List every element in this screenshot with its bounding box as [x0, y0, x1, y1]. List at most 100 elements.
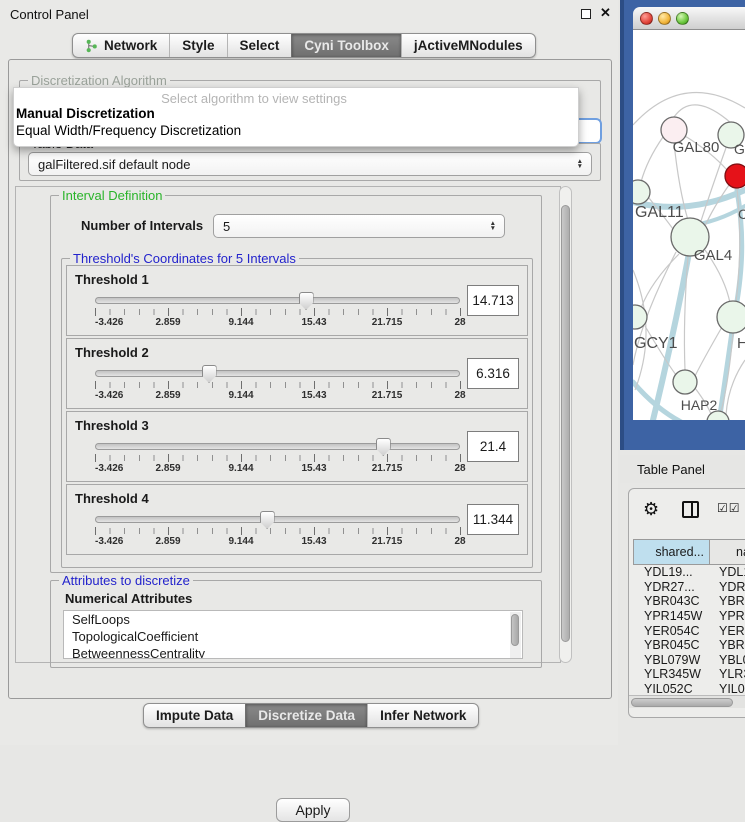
tick-label: 21.715 [372, 463, 403, 474]
attributes-group-title: Attributes to discretize [59, 573, 193, 588]
interval-group-title: Interval Definition [59, 188, 165, 203]
tab-network[interactable]: Network [73, 34, 169, 57]
network-view-window: GAL80 GA C GAL11 GAL4 GCY1 H HAP2 [620, 0, 745, 450]
tab-cyni-toolbox[interactable]: Cyni Toolbox [291, 34, 401, 57]
right-pane: GAL80 GA C GAL11 GAL4 GCY1 H HAP2 Table … [620, 0, 745, 745]
tick-label: 15.43 [301, 317, 326, 328]
node-label-h: H [737, 335, 745, 352]
dropdown-item-equal-width[interactable]: Equal Width/Frequency Discretization [16, 123, 241, 138]
table-row[interactable]: YPR145WYPR1 [633, 609, 745, 624]
table-row[interactable]: YER054CYER0 [633, 623, 745, 638]
threshold-2-panel: Threshold 2 -3.426 2.859 9.144 15.43 21.… [66, 338, 528, 409]
node-label-ga: GA [734, 141, 745, 157]
tick-label: 21.715 [372, 317, 403, 328]
thresholds-group-title: Threshold's Coordinates for 5 Intervals [70, 251, 299, 266]
tick-label: 2.859 [155, 463, 180, 474]
tick-label: 9.144 [228, 536, 253, 547]
tick-label: 21.715 [372, 536, 403, 547]
gear-icon[interactable]: ⚙ [643, 499, 659, 519]
tick-marks [95, 309, 460, 315]
dropdown-item-manual[interactable]: Manual Discretization [16, 106, 155, 121]
threshold-3-value-field[interactable]: 21.4 [467, 431, 519, 462]
table-row[interactable]: YBR043CYBR0 [633, 594, 745, 609]
threshold-4-slider[interactable] [95, 516, 460, 523]
control-panel-titlebar: Control Panel ✕ [0, 0, 618, 28]
mac-zoom-icon[interactable] [676, 12, 689, 25]
list-scrollbar[interactable] [510, 612, 521, 659]
list-item[interactable]: SelfLoops [64, 611, 522, 628]
panel-title: Control Panel [10, 7, 89, 22]
node-red[interactable] [725, 164, 745, 188]
tab-jactivemnodules[interactable]: jActiveMNodules [401, 34, 535, 57]
network-canvas[interactable]: GAL80 GA C GAL11 GAL4 GCY1 H HAP2 [633, 30, 745, 420]
threshold-1-slider[interactable] [95, 297, 460, 304]
tick-label: 15.43 [301, 536, 326, 547]
table-data-group: Table Data galFiltered.sif default node … [19, 143, 601, 181]
threshold-4-label: Threshold 4 [75, 491, 149, 506]
node-label-hap2: HAP2 [681, 397, 718, 413]
table-row[interactable]: YBL079WYBL0 [633, 653, 745, 668]
node-h[interactable] [717, 301, 745, 333]
table-toolbar: ⚙ ☑☑ [629, 489, 745, 533]
tick-marks [95, 528, 460, 534]
slider-thumb[interactable] [376, 438, 391, 456]
threshold-1-label: Threshold 1 [75, 272, 149, 287]
settings-viewport: Interval Definition Number of Intervals … [15, 186, 561, 663]
table-horizontal-scrollbar[interactable] [629, 695, 745, 708]
threshold-4-value-field[interactable]: 11.344 [467, 504, 519, 535]
table-row[interactable]: YLR345WYLR3 [633, 667, 745, 682]
threshold-1-value-field[interactable]: 14.713 [467, 285, 519, 316]
threshold-2-slider[interactable] [95, 370, 460, 377]
apply-button[interactable]: Apply [276, 798, 350, 822]
tick-label: 9.144 [228, 463, 253, 474]
tab-infer-network[interactable]: Infer Network [367, 704, 478, 727]
column-header-name[interactable]: na [710, 539, 745, 565]
node-label-gal4: GAL4 [694, 247, 732, 264]
tab-select[interactable]: Select [227, 34, 292, 57]
table-row[interactable]: YIL052CYIL0 [633, 682, 745, 693]
tick-label: -3.426 [95, 317, 123, 328]
network-icon [85, 39, 98, 53]
threshold-3-label: Threshold 3 [75, 418, 149, 433]
tick-label: -3.426 [95, 463, 123, 474]
network-window-titlebar [633, 7, 745, 30]
numerical-attributes-label: Numerical Attributes [65, 591, 192, 606]
threshold-2-value-field[interactable]: 6.316 [467, 358, 519, 389]
column-header-shared[interactable]: shared... [633, 539, 710, 565]
table-panel-bar: Table Panel [620, 455, 745, 483]
tab-impute-data[interactable]: Impute Data [144, 704, 245, 727]
tab-style[interactable]: Style [169, 34, 226, 57]
table-row[interactable]: YDL19...YDL1 [633, 565, 745, 580]
node-gal11[interactable] [633, 180, 650, 204]
table-row[interactable]: YDR27...YDR2 [633, 580, 745, 595]
mac-close-icon[interactable] [640, 12, 653, 25]
thresholds-group: Threshold's Coordinates for 5 Intervals … [61, 258, 533, 568]
tick-label: 15.43 [301, 390, 326, 401]
threshold-2-label: Threshold 2 [75, 345, 149, 360]
slider-thumb[interactable] [202, 365, 217, 383]
node-hap2[interactable] [673, 370, 697, 394]
slider-thumb[interactable] [260, 511, 275, 529]
table-row[interactable]: YBR045CYBR0 [633, 638, 745, 653]
list-item[interactable]: TopologicalCoefficient [64, 628, 522, 645]
tick-label: 2.859 [155, 536, 180, 547]
select-checkboxes-icon[interactable]: ☑☑ [717, 501, 741, 515]
num-intervals-combobox[interactable]: 5 ▲▼ [213, 214, 505, 238]
threshold-4-panel: Threshold 4 -3.426 2.859 9.144 15.43 21.… [66, 484, 528, 555]
tick-label: 2.859 [155, 390, 180, 401]
mac-minimize-icon[interactable] [658, 12, 671, 25]
table-panel-title: Table Panel [637, 462, 705, 477]
threshold-3-slider[interactable] [95, 443, 460, 450]
tick-label: 9.144 [228, 317, 253, 328]
slider-thumb[interactable] [299, 292, 314, 310]
columns-icon[interactable] [682, 501, 699, 518]
list-item[interactable]: BetweennessCentrality [64, 645, 522, 659]
node-gcy1[interactable] [633, 305, 647, 329]
close-icon[interactable]: ✕ [600, 5, 611, 21]
float-icon[interactable] [581, 9, 591, 19]
tab-discretize-data[interactable]: Discretize Data [245, 704, 367, 727]
settings-scrollbar[interactable] [559, 186, 572, 663]
tick-label: -3.426 [95, 536, 123, 547]
table-data-combobox[interactable]: galFiltered.sif default node ▲▼ [28, 152, 592, 176]
table-rows: YDL19...YDL1 YDR27...YDR2 YBR043CYBR0 YP… [633, 565, 745, 693]
